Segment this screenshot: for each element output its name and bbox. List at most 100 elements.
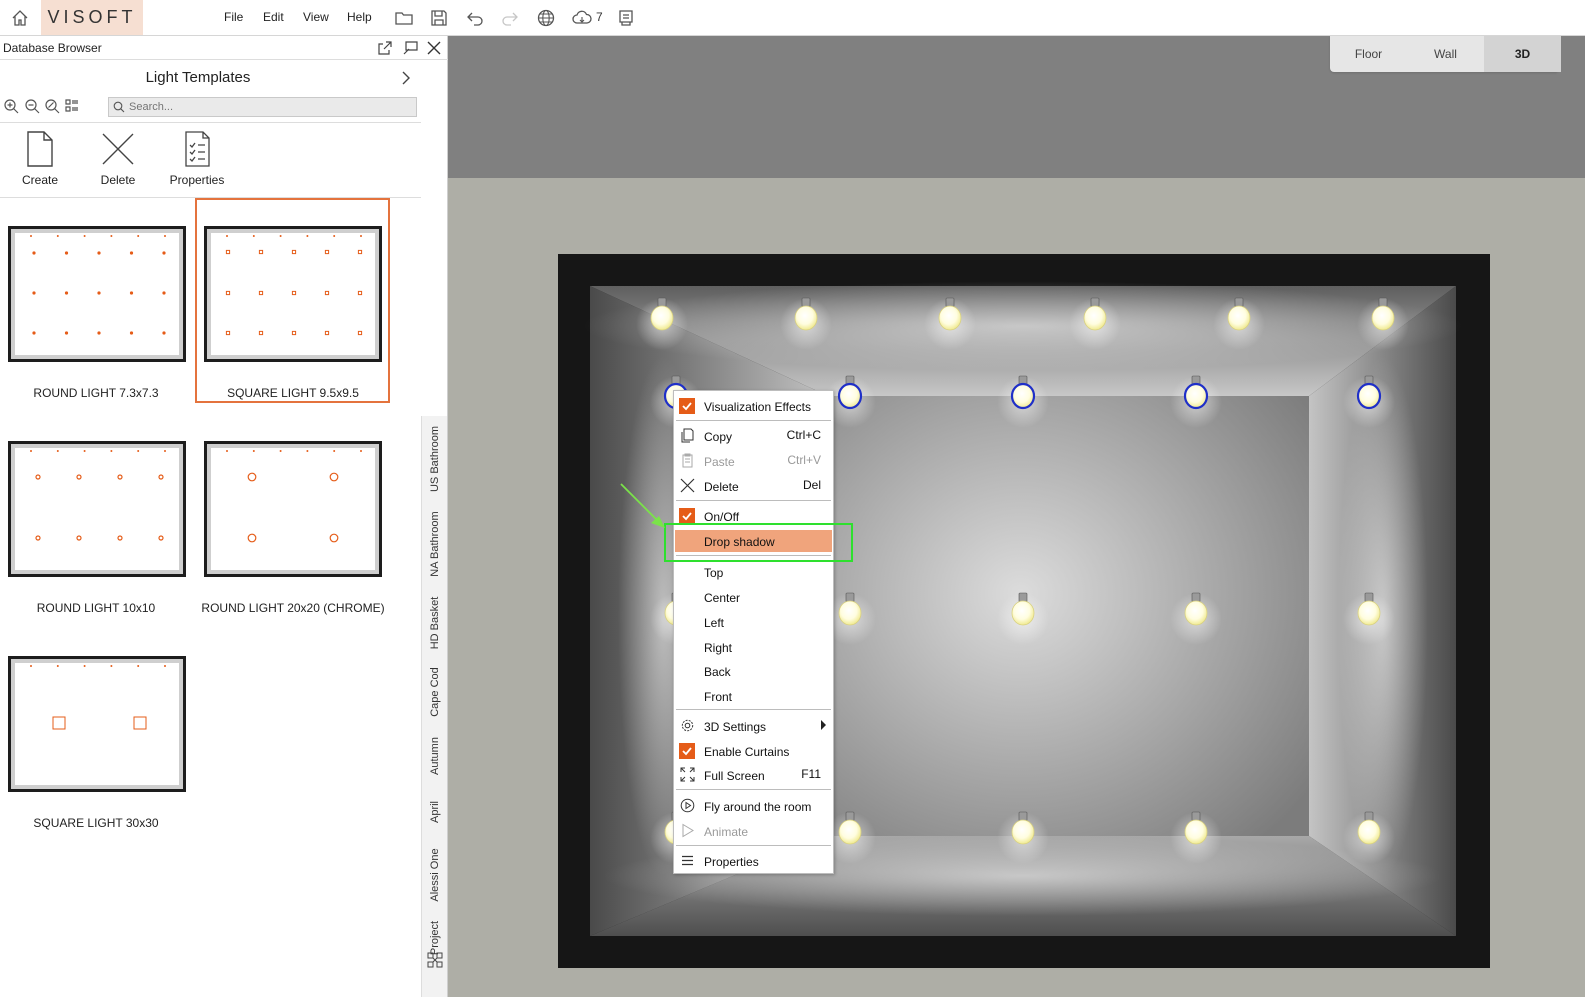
cloud-count: 7 [596,10,603,24]
menu-top[interactable]: Top [675,561,832,583]
menu-3d-settings[interactable]: 3D Settings [675,715,832,737]
export-button[interactable] [615,7,637,29]
menu-help[interactable]: Help [347,10,372,24]
light-marker [324,330,330,336]
light-marker [158,474,164,480]
light-marker [110,450,113,452]
light-marker [360,235,362,237]
app-logo: VISOFT [41,0,143,35]
menu-delete[interactable]: Delete Del [675,475,832,497]
category-tab[interactable]: HD Basket [422,586,448,659]
light-bulb [1184,600,1208,626]
light-marker [258,330,264,336]
save-icon [431,10,447,26]
template-square-light-9x9[interactable]: SQUARE LIGHT 9.5x9.5 [195,198,390,403]
category-tab[interactable]: US Bathroom [422,416,448,501]
menu-copy[interactable]: Copy Ctrl+C [675,425,832,447]
pin-icon[interactable] [401,39,419,57]
delete-button[interactable]: Delete [78,123,158,199]
category-tab[interactable]: Cape Cod [422,659,448,725]
search-input[interactable] [129,98,413,116]
menu-full-screen[interactable]: Full Screen F11 [675,764,832,786]
category-tab[interactable]: NA Bathroom [422,501,448,586]
search-icon [113,101,125,113]
template-label: SQUARE LIGHT 30x30 [33,816,159,830]
light-marker [64,331,69,335]
light-marker [306,235,309,237]
category-tab[interactable]: Autumn [422,725,448,787]
menu-separator [676,420,831,421]
light-marker [162,291,166,295]
menu-center[interactable]: Center [675,586,832,608]
light-marker [247,472,257,482]
light-marker [258,290,264,296]
template-thumbnail [204,226,382,362]
light-marker [64,291,69,295]
redo-icon [502,12,518,26]
open-button[interactable] [393,7,415,29]
network-icon[interactable] [426,951,444,969]
tab-3d[interactable]: 3D [1484,36,1561,72]
popout-icon[interactable] [376,39,394,57]
menu-file[interactable]: File [224,10,243,24]
redo-button[interactable] [499,7,521,29]
save-button[interactable] [428,7,450,29]
light-marker [97,291,101,295]
template-round-light-20x20[interactable]: ROUND LIGHT 20x20 (CHROME) [197,413,392,618]
menu-properties[interactable]: Properties [675,850,832,872]
light-marker [97,251,101,255]
menu-paste[interactable]: Paste Ctrl+V [675,450,832,472]
tab-floor[interactable]: Floor [1330,36,1407,72]
menu-animate[interactable]: Animate [675,820,832,842]
light-marker [32,291,36,295]
menu-front[interactable]: Front [675,685,832,707]
create-button[interactable]: Create [0,123,80,199]
checkmark-icon [679,743,695,759]
light-marker [164,450,166,452]
menu-visualization-effects[interactable]: Visualization Effects [675,395,832,417]
zoom-in-icon[interactable] [3,98,19,114]
properties-button[interactable]: Properties [157,123,237,199]
template-label: ROUND LIGHT 7.3x7.3 [33,386,159,400]
web-button[interactable] [535,7,557,29]
cloud-sync-button[interactable] [571,7,593,29]
menu-fly-around[interactable]: Fly around the room [675,795,832,817]
category-tab[interactable]: April [422,787,448,837]
light-marker [258,249,264,255]
zoom-reset-icon[interactable] [44,98,60,114]
tab-wall[interactable]: Wall [1407,36,1484,72]
menu-view[interactable]: View [303,10,329,24]
light-marker [162,251,166,255]
light-bulb [794,305,818,331]
menu-enable-curtains[interactable]: Enable Curtains [675,740,832,762]
light-marker [357,290,363,296]
checkmark-icon [679,508,695,524]
light-bulb [1371,305,1395,331]
light-layout-preview [225,235,363,336]
view-mode-tabs: Floor Wall 3D [1330,36,1561,72]
light-bulb [650,305,674,331]
light-bulb [838,819,862,845]
template-round-light-10x10[interactable]: ROUND LIGHT 10x10 [0,413,195,618]
close-icon[interactable] [425,39,443,57]
menu-back[interactable]: Back [675,660,832,682]
chevron-right-icon[interactable] [397,68,415,88]
category-tab[interactable]: Alessi One [422,837,448,912]
light-layout-preview [30,450,166,541]
light-marker [252,450,255,452]
menu-edit[interactable]: Edit [263,10,284,24]
zoom-out-icon[interactable] [24,98,40,114]
menu-right[interactable]: Right [675,636,832,658]
light-marker [64,251,69,255]
light-marker [291,290,297,296]
undo-icon [467,12,483,26]
undo-button[interactable] [464,7,486,29]
light-marker [110,235,113,237]
light-bulb [1356,382,1382,410]
template-round-light-7x7[interactable]: ROUND LIGHT 7.3x7.3 [0,198,195,403]
view-mode-icon[interactable] [64,98,80,114]
menu-left[interactable]: Left [675,611,832,633]
template-square-light-30x30[interactable]: SQUARE LIGHT 30x30 [0,628,195,833]
home-button[interactable] [0,0,40,35]
panel-header: Database Browser [0,36,448,60]
